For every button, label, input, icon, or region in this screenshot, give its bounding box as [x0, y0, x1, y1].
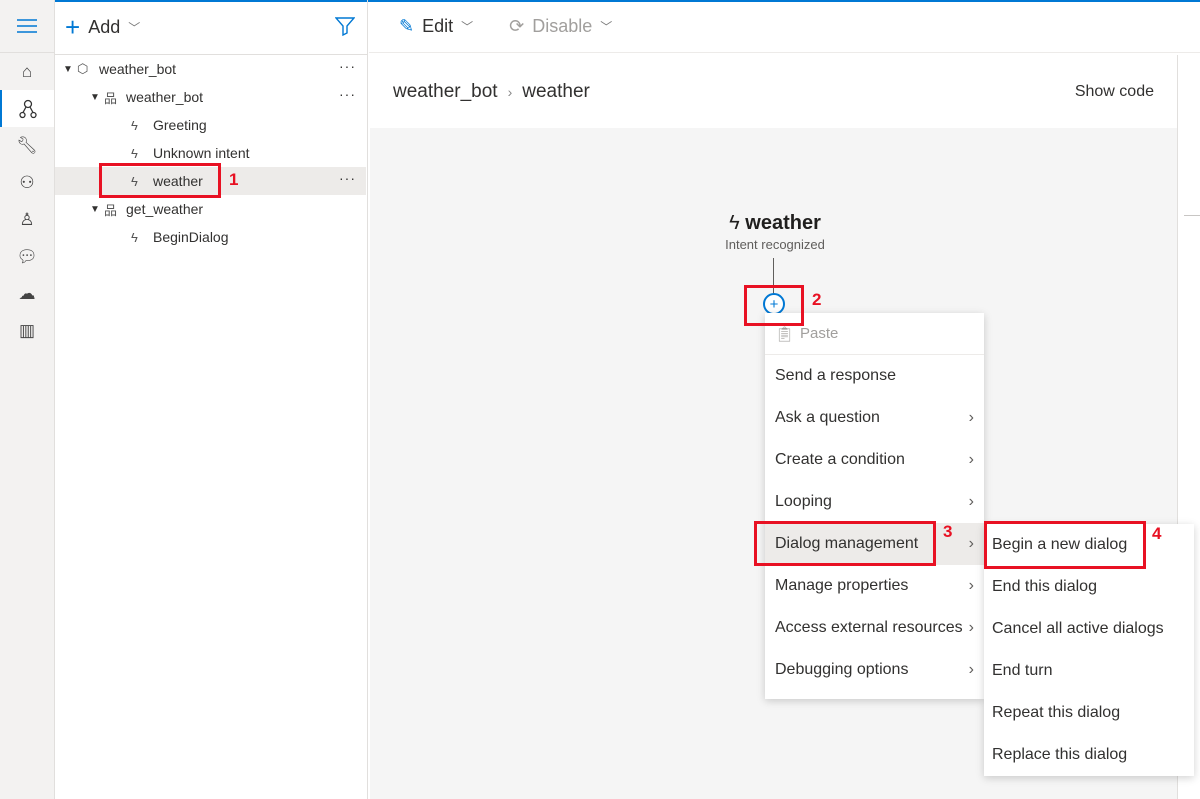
breadcrumb-item[interactable]: weather — [522, 81, 590, 102]
library-icon[interactable]: ▥ — [0, 312, 54, 349]
chevron-right-icon: › — [507, 83, 513, 100]
tree-item-label: weather_bot — [126, 89, 204, 105]
caret-down-icon[interactable]: ▼ — [63, 64, 77, 75]
annotation-box — [744, 285, 804, 326]
filter-icon[interactable] — [334, 16, 356, 41]
chevron-down-icon: ﹀ — [461, 19, 474, 34]
edit-button[interactable]: ✎ Edit ﹀ — [399, 16, 473, 37]
menu-item[interactable]: Create a condition › — [765, 439, 984, 481]
more-options-icon[interactable]: ··· — [339, 170, 356, 186]
chevron-right-icon: › — [968, 493, 974, 510]
add-button[interactable]: + Add ﹀ — [65, 12, 140, 43]
caret-down-icon[interactable]: ▼ — [90, 92, 104, 103]
disable-button[interactable]: ⟳ Disable ﹀ — [509, 16, 612, 37]
chevron-right-icon: › — [968, 619, 974, 636]
pencil-icon: ✎ — [399, 15, 415, 36]
users-icon[interactable]: ⚇ — [0, 164, 54, 201]
design-icon[interactable] — [0, 90, 54, 127]
dialog-icon: 品 — [104, 202, 118, 218]
menu-item[interactable]: Debugging options › — [765, 649, 984, 691]
annotation-number: 4 — [1152, 524, 1162, 543]
bot-icon[interactable]: ♙ — [0, 201, 54, 238]
submenu-item[interactable]: Replace this dialog — [984, 734, 1194, 776]
chevron-right-icon: › — [968, 451, 974, 468]
chevron-right-icon: › — [968, 577, 974, 594]
submenu-item[interactable]: Repeat this dialog — [984, 692, 1194, 734]
disable-icon: ⟳ — [509, 15, 525, 36]
submenu-item[interactable]: Cancel all active dialogs — [984, 608, 1194, 650]
menu-item[interactable]: Looping › — [765, 481, 984, 523]
chevron-down-icon: ﹀ — [600, 19, 613, 34]
submenu-item[interactable]: End turn — [984, 650, 1194, 692]
tree-item[interactable]: ϟ BeginDialog — [55, 223, 366, 251]
tree-item-label: Unknown intent — [153, 145, 250, 161]
menu-item[interactable]: Ask a question › — [765, 397, 984, 439]
trigger-node[interactable]: ϟ weather Intent recognized — [690, 212, 860, 252]
page-header: weather_bot › weather Show code — [370, 55, 1177, 128]
annotation-box — [754, 521, 936, 566]
dialog-icon: 品 — [104, 90, 118, 106]
paste-icon: 📋︎ — [775, 325, 795, 343]
wrench-icon[interactable]: 🔧︎ — [0, 127, 54, 164]
menu-item[interactable]: Send a response — [765, 355, 984, 397]
caret-down-icon[interactable]: ▼ — [90, 204, 104, 215]
tree-item-label: weather_bot — [99, 61, 177, 77]
add-action-menu: 📋︎ Paste Send a response Ask a question › Cr… — [765, 313, 984, 699]
annotation-number: 1 — [229, 170, 239, 189]
show-code-button[interactable]: Show code — [1075, 83, 1154, 101]
tree-item[interactable]: ▼ 品 weather_bot ··· — [55, 83, 366, 111]
trigger-icon: ϟ — [131, 229, 138, 245]
tree-item-label: BeginDialog — [153, 229, 229, 245]
menu-item[interactable]: Manage properties › — [765, 565, 984, 607]
trigger-icon: ϟ — [131, 117, 138, 133]
annotation-number: 3 — [943, 522, 953, 541]
chevron-down-icon: ﹀ — [128, 20, 141, 35]
tree-item[interactable]: ϟ Greeting — [55, 111, 366, 139]
node-subtitle: Intent recognized — [725, 237, 825, 252]
chevron-right-icon: › — [968, 409, 974, 426]
menu-icon[interactable] — [0, 0, 54, 53]
menu-item[interactable]: Access external resources › — [765, 607, 984, 649]
annotation-box — [99, 163, 221, 198]
breadcrumb-item[interactable]: weather_bot — [393, 81, 498, 102]
tree-item[interactable]: ▼ 品 get_weather — [55, 195, 366, 223]
tree-item[interactable]: ▼ ⬡ weather_bot ··· — [55, 55, 366, 83]
tree-item-label: Greeting — [153, 117, 207, 133]
more-options-icon[interactable]: ··· — [339, 58, 356, 74]
trigger-icon: ϟ — [131, 145, 138, 161]
plus-icon: + — [65, 11, 81, 42]
nav-rail: ⌂ 🔧︎ ⚇ ♙ 💬︎ ☁ ▥ — [0, 0, 55, 799]
annotation-box — [984, 521, 1146, 569]
submenu-item[interactable]: End this dialog — [984, 566, 1194, 608]
project-tree: + Add ﹀ ▼ ⬡ weather_bot ··· ▼ 品 weather_bot ··· ϟ G… — [55, 0, 368, 799]
trigger-icon: ϟ — [729, 212, 746, 234]
more-options-icon[interactable]: ··· — [339, 86, 356, 102]
annotation-number: 2 — [812, 290, 822, 309]
home-icon[interactable]: ⌂ — [0, 53, 54, 90]
chevron-right-icon: › — [968, 535, 974, 552]
chat-icon[interactable]: 💬︎ — [0, 238, 54, 275]
tree-item-label: get_weather — [126, 201, 204, 217]
cube-icon: ⬡ — [77, 61, 89, 76]
breadcrumb: weather_bot › weather — [393, 81, 590, 103]
toolbar: ✎ Edit ﹀ ⟳ Disable ﹀ — [369, 0, 1200, 53]
chevron-right-icon: › — [968, 661, 974, 678]
cloud-upload-icon[interactable]: ☁ — [0, 275, 54, 312]
